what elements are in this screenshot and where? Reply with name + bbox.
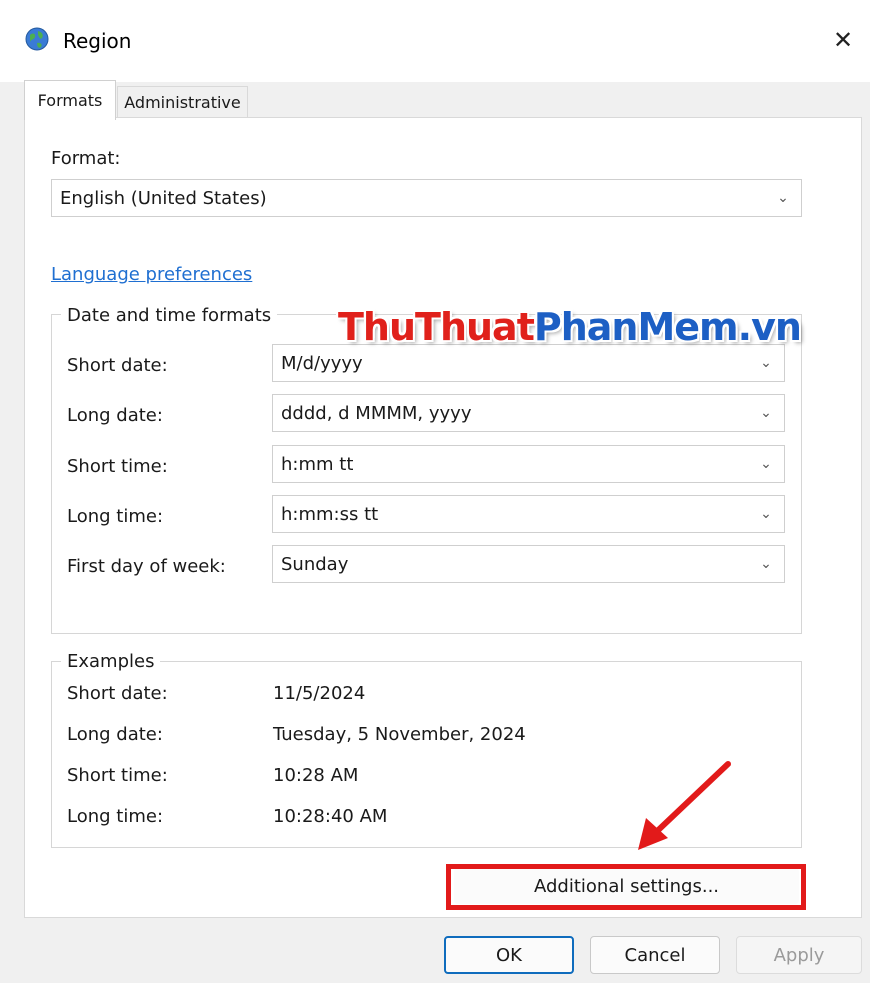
apply-button[interactable]: Apply	[736, 936, 862, 974]
region-dialog: Region ✕ Formats Administrative Format: …	[0, 0, 870, 983]
chevron-down-icon: ⌄	[760, 355, 772, 371]
watermark-part2: PhanMem.vn	[533, 305, 802, 349]
annotation-highlight-box	[446, 864, 806, 910]
format-value: English (United States)	[60, 187, 267, 209]
long-date-label: Long date:	[67, 405, 163, 426]
cancel-button[interactable]: Cancel	[590, 936, 720, 974]
watermark-part1: ThuThuat	[338, 305, 535, 349]
date-time-formats-title: Date and time formats	[61, 305, 278, 326]
example-long-time-value: 10:28:40 AM	[273, 806, 388, 827]
chevron-down-icon: ⌄	[760, 556, 772, 572]
example-short-time-value: 10:28 AM	[273, 765, 359, 786]
globe-icon	[24, 26, 50, 52]
example-long-time-label: Long time:	[67, 806, 164, 827]
example-long-date-value: Tuesday, 5 November, 2024	[273, 724, 526, 745]
short-date-value: M/d/yyyy	[281, 352, 363, 374]
window-title: Region	[63, 29, 132, 53]
tab-administrative[interactable]: Administrative	[117, 86, 248, 118]
short-time-dropdown[interactable]: h:mm tt ⌄	[272, 445, 785, 483]
close-button[interactable]: ✕	[816, 0, 870, 80]
chevron-down-icon: ⌄	[760, 456, 772, 472]
example-short-date-value: 11/5/2024	[273, 683, 366, 704]
first-day-of-week-label: First day of week:	[67, 556, 226, 577]
long-time-label: Long time:	[67, 506, 164, 527]
short-time-value: h:mm tt	[281, 453, 354, 475]
long-date-value: dddd, d MMMM, yyyy	[281, 402, 472, 424]
chevron-down-icon: ⌄	[760, 506, 772, 522]
close-icon: ✕	[832, 26, 854, 54]
example-long-date-label: Long date:	[67, 724, 163, 745]
chevron-down-icon: ⌄	[777, 190, 789, 206]
short-date-dropdown[interactable]: M/d/yyyy ⌄	[272, 344, 785, 382]
watermark-logo: ThuThuatPhanMem.vn	[338, 305, 802, 349]
example-short-date-label: Short date:	[67, 683, 168, 704]
first-day-of-week-dropdown[interactable]: Sunday ⌄	[272, 545, 785, 583]
short-date-label: Short date:	[67, 355, 168, 376]
long-time-dropdown[interactable]: h:mm:ss tt ⌄	[272, 495, 785, 533]
examples-title: Examples	[61, 651, 161, 672]
format-label: Format:	[51, 148, 121, 169]
ok-button[interactable]: OK	[444, 936, 574, 974]
format-dropdown[interactable]: English (United States) ⌄	[51, 179, 802, 217]
annotation-arrow-icon	[638, 761, 731, 850]
title-bar: Region ✕	[0, 0, 870, 82]
tab-formats[interactable]: Formats	[24, 80, 116, 120]
long-date-dropdown[interactable]: dddd, d MMMM, yyyy ⌄	[272, 394, 785, 432]
example-short-time-label: Short time:	[67, 765, 168, 786]
short-time-label: Short time:	[67, 456, 168, 477]
long-time-value: h:mm:ss tt	[281, 503, 379, 525]
chevron-down-icon: ⌄	[760, 405, 772, 421]
language-preferences-link[interactable]: Language preferences	[51, 264, 252, 285]
first-day-of-week-value: Sunday	[281, 553, 349, 575]
